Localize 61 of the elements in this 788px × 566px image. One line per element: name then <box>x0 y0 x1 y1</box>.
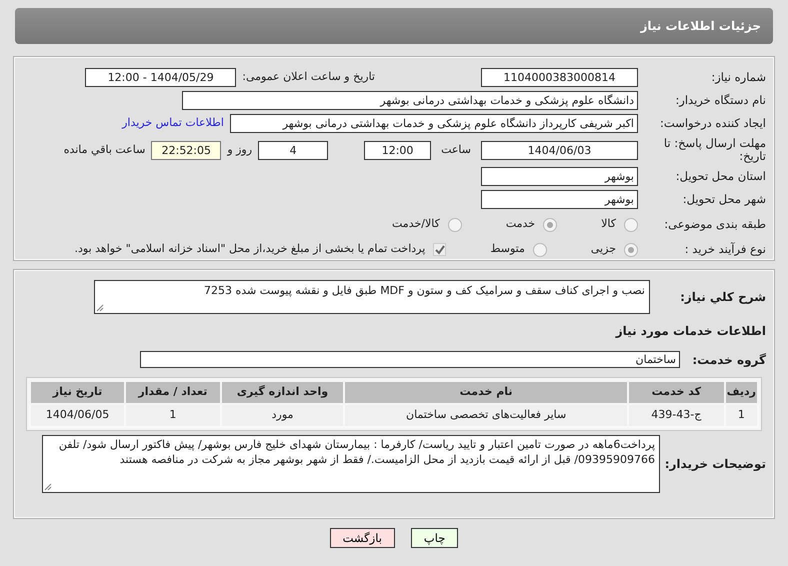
radio-button[interactable] <box>448 218 462 232</box>
checkbox[interactable] <box>433 243 446 256</box>
option-label: متوسط <box>490 241 525 258</box>
radio-button[interactable] <box>624 218 638 232</box>
column-header: کد خدمت <box>628 381 725 404</box>
input-field[interactable]: ساختمان <box>140 351 680 368</box>
input-field[interactable]: 4 <box>258 140 328 160</box>
contact-link[interactable]: اطلاعات تماس خریدار <box>122 115 224 132</box>
page-title: جزئیات اطلاعات نیاز <box>15 8 773 44</box>
input-field[interactable]: 1104000383000814 <box>481 68 638 87</box>
field-label: ساعت باقي مانده <box>64 142 146 158</box>
input-field[interactable]: 12:00 <box>364 140 432 160</box>
input-field[interactable]: 1404/05/29 - 12:00 <box>85 68 236 87</box>
radio-button[interactable] <box>532 242 547 256</box>
column-header: نام خدمت <box>344 381 628 404</box>
table-cell: 1 <box>125 404 221 427</box>
column-header: تعداد / مقدار <box>125 381 221 404</box>
table-cell: 1404/06/05 <box>30 404 126 427</box>
option-label: کالا <box>601 216 616 232</box>
field-label: نام دستگاه خریدار: <box>674 92 766 109</box>
input-field[interactable]: 1404/06/03 <box>481 140 638 160</box>
input-field[interactable]: دانشگاه علوم پزشکی و خدمات بهداشتی درمانی بوشهر <box>182 91 638 110</box>
table-cell: 1 <box>724 404 758 427</box>
table-cell: سایر فعالیت‌های تخصصی ساختمان <box>344 404 628 427</box>
text-area[interactable] <box>42 435 660 493</box>
field-label: توضیحات خریدار: <box>666 456 766 473</box>
field-label: ایجاد کننده درخواست: <box>659 114 766 132</box>
input-field[interactable]: بوشهر <box>481 167 638 186</box>
field-label: نوع فرآیند خرید : <box>684 240 766 258</box>
field-label: طبقه بندی موضوعی: <box>663 216 766 233</box>
resize-grip-icon[interactable] <box>44 483 52 491</box>
radio-button[interactable] <box>624 242 638 256</box>
table-cell: مورد <box>220 404 344 427</box>
text-area-value: پرداخت6ماهه در صورت تامین اعتبار و تایید ریاست/ کارفرما : بیمارستان شهدای خلیج فارس بوشهر/ پیش فاکتور ارسال شود/ تلفن 09395909766/ قبل از ارائه قیمت بازدید از محل الزامیست./ فقط از شهر بوشهر مجاز به شرکت در منافصه هستند <box>58 438 655 466</box>
field-label: شماره نیاز: <box>710 68 766 86</box>
radio-button[interactable] <box>543 218 558 232</box>
field-label: ساعت <box>441 142 471 158</box>
field-label: تاریخ و ساعت اعلان عمومی: <box>242 69 375 86</box>
field-label: استان محل تحویل: <box>674 168 766 185</box>
column-header: تاریخ نیاز <box>30 381 126 404</box>
text-area[interactable]: نصب و اجرای کناف سقف و سرامیک کف و ستون و MDF طبق فایل و نقشه پیوست شده 7253 <box>94 280 650 314</box>
field-label: روز و <box>227 142 252 158</box>
print-button[interactable]: چاپ <box>410 528 458 548</box>
column-header: ردیف <box>724 381 758 404</box>
field-label: مهلت ارسال پاسخ: تا تاریخ: <box>662 136 766 164</box>
countdown-field: 22:52:05 <box>151 140 222 160</box>
text-area-value: نصب و اجرای کناف سقف و سرامیک کف و ستون و MDF طبق فایل و نقشه پیوست شده 7253 <box>204 284 645 297</box>
field-label: شهر محل تحویل: <box>682 190 766 208</box>
section-heading: اطلاعات خدمات مورد نیاز <box>616 323 766 340</box>
checkbox-label: پرداخت تمام یا بخشی از مبلغ خرید،از محل "اسناد خزانه اسلامی" خواهد بود. <box>74 241 426 258</box>
option-label: خدمت <box>506 216 536 232</box>
table-cell: ج-43-439 <box>628 404 725 427</box>
option-label: جزیی <box>590 241 616 258</box>
resize-grip-icon[interactable] <box>96 304 104 312</box>
option-label: کالا/خدمت <box>392 216 440 232</box>
input-field[interactable]: بوشهر <box>481 190 638 209</box>
field-label: شرح کلي نیاز: <box>679 289 766 306</box>
field-label: گروه خدمت: <box>691 352 766 368</box>
input-field[interactable]: اکبر شریفی کارپرداز دانشگاه علوم پزشکی و خدمات بهداشتی درمانی بوشهر <box>230 114 638 133</box>
back-button[interactable]: بازگشت <box>330 528 395 548</box>
column-header: واحد اندازه گیری <box>220 381 344 404</box>
